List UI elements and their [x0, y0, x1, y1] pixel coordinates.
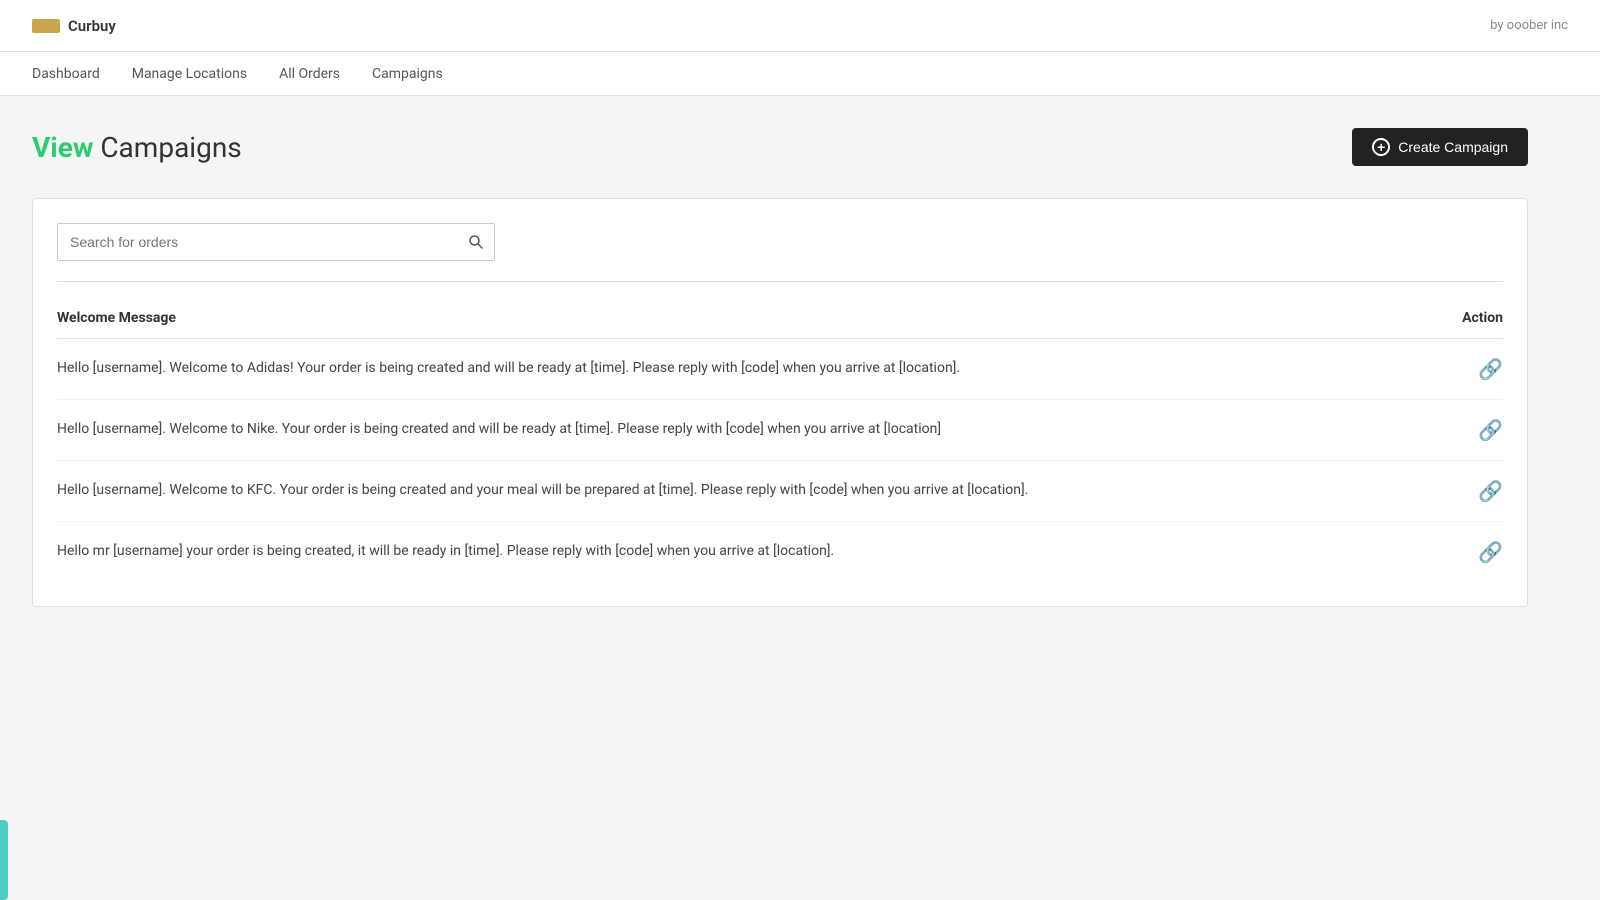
nav-bar: Dashboard Manage Locations All Orders Ca… — [0, 52, 1600, 96]
row-action-2: 🔗 — [1423, 418, 1503, 442]
logo-text: Curbuy — [68, 17, 116, 35]
row-message-3: Hello [username]. Welcome to KFC. Your o… — [57, 481, 1423, 501]
logo-icon — [32, 19, 60, 33]
page-title-rest: Campaigns — [93, 131, 241, 164]
col-message-header: Welcome Message — [57, 310, 176, 326]
nav-item-campaigns[interactable]: Campaigns — [372, 62, 443, 86]
link-icon-1[interactable]: 🔗 — [1478, 357, 1503, 381]
main-content: View Campaigns + Create Campaign Welcome… — [0, 96, 1560, 639]
table-header: Welcome Message Action — [57, 302, 1503, 339]
page-header: View Campaigns + Create Campaign — [32, 128, 1528, 166]
bottom-accent-bar — [0, 820, 8, 900]
page-title: View Campaigns — [32, 131, 242, 164]
top-bar: Curbuy by ooober inc — [0, 0, 1600, 52]
campaigns-card: Welcome Message Action Hello [username].… — [32, 198, 1528, 607]
table-row: Hello mr [username] your order is being … — [57, 522, 1503, 582]
table-row: Hello [username]. Welcome to Nike. Your … — [57, 400, 1503, 461]
row-message-1: Hello [username]. Welcome to Adidas! You… — [57, 359, 1423, 379]
table-row: Hello [username]. Welcome to Adidas! You… — [57, 339, 1503, 400]
create-campaign-button[interactable]: + Create Campaign — [1352, 128, 1528, 166]
logo-area: Curbuy — [32, 17, 116, 35]
nav-item-dashboard[interactable]: Dashboard — [32, 62, 100, 86]
nav-item-all-orders[interactable]: All Orders — [279, 62, 340, 86]
row-message-4: Hello mr [username] your order is being … — [57, 542, 1423, 562]
col-action-header: Action — [1423, 310, 1503, 326]
row-message-2: Hello [username]. Welcome to Nike. Your … — [57, 420, 1423, 440]
link-icon-3[interactable]: 🔗 — [1478, 479, 1503, 503]
row-action-1: 🔗 — [1423, 357, 1503, 381]
row-action-4: 🔗 — [1423, 540, 1503, 564]
search-area — [57, 223, 1503, 261]
search-button[interactable] — [457, 223, 495, 261]
nav-item-manage-locations[interactable]: Manage Locations — [132, 62, 247, 86]
plus-icon: + — [1372, 138, 1390, 156]
table-row: Hello [username]. Welcome to KFC. Your o… — [57, 461, 1503, 522]
create-btn-label: Create Campaign — [1398, 139, 1508, 155]
row-action-3: 🔗 — [1423, 479, 1503, 503]
search-input[interactable] — [57, 223, 457, 261]
divider — [57, 281, 1503, 282]
link-icon-4[interactable]: 🔗 — [1478, 540, 1503, 564]
link-icon-2[interactable]: 🔗 — [1478, 418, 1503, 442]
by-text: by ooober inc — [1490, 18, 1568, 33]
page-title-highlight: View — [32, 131, 93, 164]
search-icon — [468, 234, 484, 250]
